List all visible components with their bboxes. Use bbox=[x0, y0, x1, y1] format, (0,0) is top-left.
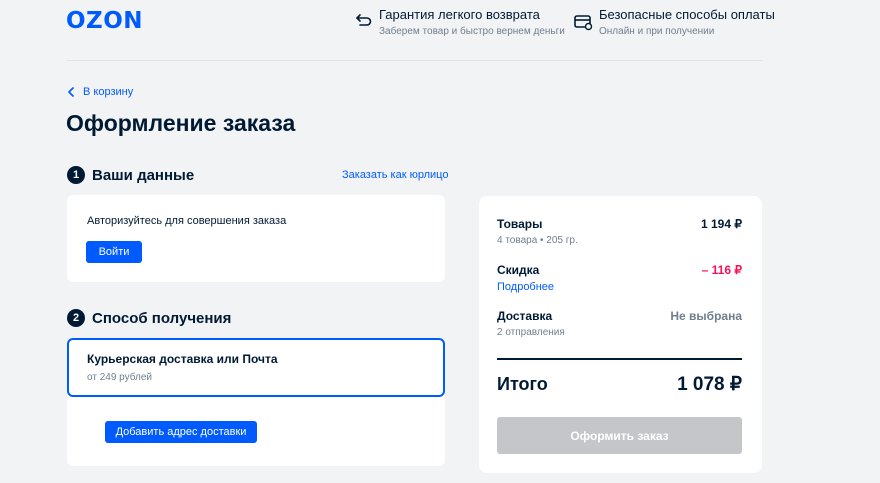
section-title: Способ получения bbox=[92, 309, 232, 327]
delivery-value: Не выбрана bbox=[670, 309, 742, 323]
section-your-data-header: 1 Ваши данные bbox=[67, 166, 194, 184]
return-arrow-icon bbox=[356, 14, 372, 26]
auth-prompt: Авторизуйтесь для совершения заказа bbox=[87, 215, 287, 227]
shipments-count: 2 отправления bbox=[497, 327, 565, 338]
goods-count: 4 товара • 205 гр. bbox=[497, 235, 578, 246]
promo-title: Гарантия легкого возврата bbox=[379, 7, 540, 22]
add-address-button[interactable]: Добавить адрес доставки bbox=[105, 421, 257, 443]
promo-safe-payment: Безопасные способы оплаты Онлайн и при п… bbox=[573, 7, 775, 38]
back-label: В корзину bbox=[83, 86, 134, 98]
discount-details-link[interactable]: Подробнее bbox=[497, 281, 554, 293]
total-label: Итого bbox=[497, 374, 548, 394]
header-divider bbox=[66, 60, 762, 61]
promo-title: Безопасные способы оплаты bbox=[599, 7, 775, 22]
order-summary: Товары 4 товара • 205 гр. 1 194 ₽ Скидка… bbox=[479, 196, 762, 473]
credit-card-icon bbox=[574, 15, 593, 31]
checkout-button[interactable]: Оформить заказ bbox=[497, 417, 742, 454]
promo-subtitle: Заберем товар и быстро вернем деньги bbox=[379, 26, 565, 37]
discount-label: Скидка bbox=[497, 263, 540, 277]
promo-subtitle: Онлайн и при получении bbox=[599, 26, 715, 37]
order-as-legal-entity-link[interactable]: Заказать как юрлицо bbox=[342, 169, 448, 181]
delivery-card: Курьерская доставка или Почта от 249 руб… bbox=[67, 338, 445, 466]
chevron-left-icon bbox=[68, 87, 74, 97]
delivery-label: Доставка bbox=[497, 309, 553, 323]
promo-easy-return: Гарантия легкого возврата Заберем товар … bbox=[353, 7, 565, 38]
ozon-logo[interactable]: OZON bbox=[66, 8, 143, 34]
step-number: 1 bbox=[67, 166, 85, 184]
step-number: 2 bbox=[67, 309, 85, 327]
discount-value: – 116 ₽ bbox=[701, 263, 742, 277]
goods-label: Товары bbox=[497, 217, 543, 231]
goods-value: 1 194 ₽ bbox=[701, 217, 742, 231]
auth-card: Авторизуйтесь для совершения заказа Войт… bbox=[67, 195, 445, 282]
section-title: Ваши данные bbox=[92, 166, 195, 184]
section-delivery-header: 2 Способ получения bbox=[67, 309, 231, 327]
summary-divider bbox=[497, 358, 742, 360]
delivery-option-title: Курьерская доставка или Почта bbox=[87, 352, 278, 366]
login-button[interactable]: Войти bbox=[86, 241, 142, 263]
total-value: 1 078 ₽ bbox=[677, 374, 742, 395]
delivery-option-courier[interactable]: Курьерская доставка или Почта от 249 руб… bbox=[67, 338, 445, 397]
back-to-cart-link[interactable]: В корзину bbox=[67, 86, 133, 98]
delivery-option-price: от 249 рублей bbox=[87, 372, 152, 383]
page-title: Оформление заказа bbox=[66, 110, 296, 136]
